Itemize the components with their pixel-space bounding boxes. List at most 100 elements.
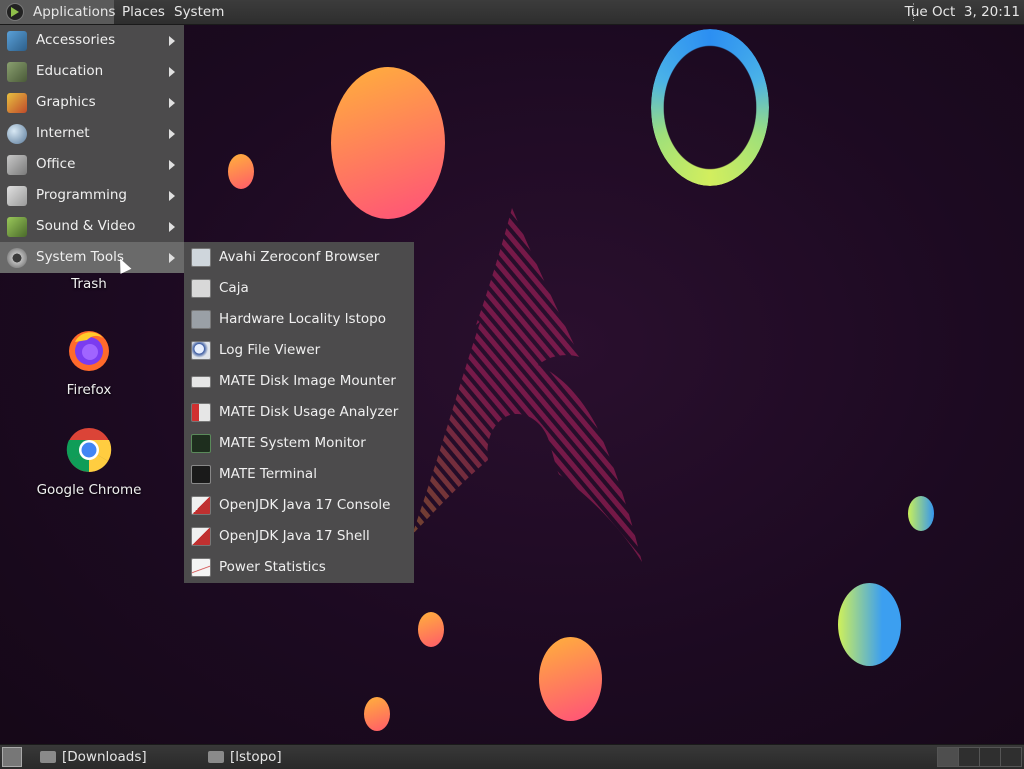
submenu-item-power-statistics[interactable]: Power Statistics <box>184 552 414 583</box>
menu-item-label: Internet <box>36 125 90 141</box>
chevron-right-icon <box>169 191 175 201</box>
java-shell-icon <box>191 527 211 546</box>
submenu-item-mate-disk-usage-analyzer[interactable]: MATE Disk Usage Analyzer <box>184 397 414 428</box>
chrome-icon <box>66 428 112 472</box>
chevron-right-icon <box>169 160 175 170</box>
taskbar-item-label: [Downloads] <box>62 749 147 765</box>
menu-item-office[interactable]: Office <box>0 149 184 180</box>
menu-item-label: Sound & Video <box>36 218 136 234</box>
programming-icon <box>7 186 27 206</box>
submenu-item-mate-terminal[interactable]: MATE Terminal <box>184 459 414 490</box>
menu-item-sound-video[interactable]: Sound & Video <box>0 211 184 242</box>
chevron-right-icon <box>169 98 175 108</box>
menu-item-label: Accessories <box>36 32 116 48</box>
menu-item-internet[interactable]: Internet <box>0 118 184 149</box>
submenu-item-label: Power Statistics <box>219 559 326 575</box>
system-menu-button[interactable]: System <box>174 0 224 24</box>
submenu-item-label: OpenJDK Java 17 Shell <box>219 528 370 544</box>
chevron-right-icon <box>169 129 175 139</box>
firefox-icon <box>69 331 109 371</box>
taskbar-item-lstopo[interactable]: [lstopo] <box>208 745 368 769</box>
menu-item-label: System Tools <box>36 249 124 265</box>
desktop-icon-firefox[interactable]: Firefox <box>34 326 144 398</box>
submenu-item-label: Caja <box>219 280 249 296</box>
hardware-icon <box>191 310 211 329</box>
menu-item-label: Education <box>36 63 104 79</box>
submenu-item-mate-system-monitor[interactable]: MATE System Monitor <box>184 428 414 459</box>
menu-item-label: Programming <box>36 187 127 203</box>
desktop-icon-trash[interactable]: Trash <box>34 276 144 292</box>
submenu-item-log-file-viewer[interactable]: Log File Viewer <box>184 335 414 366</box>
submenu-item-openjdk-java-17-console[interactable]: OpenJDK Java 17 Console <box>184 490 414 521</box>
menu-item-system-tools[interactable]: System Tools <box>0 242 184 273</box>
window-icon <box>208 751 224 763</box>
chevron-right-icon <box>169 36 175 46</box>
desktop-icon-label: Firefox <box>66 382 112 398</box>
workspace-4[interactable] <box>1000 747 1022 767</box>
avahi-icon <box>191 248 211 267</box>
chevron-right-icon <box>169 253 175 263</box>
orange-orb-tiny <box>364 697 390 731</box>
sound-video-icon <box>7 217 27 237</box>
submenu-item-label: MATE Disk Usage Analyzer <box>219 404 399 420</box>
menu-item-label: Graphics <box>36 94 96 110</box>
submenu-item-label: Log File Viewer <box>219 342 321 358</box>
desktop-icon-label: Google Chrome <box>36 482 142 498</box>
submenu-item-label: Hardware Locality lstopo <box>219 311 386 327</box>
gradient-ring <box>651 29 769 186</box>
workspace-switcher[interactable] <box>937 747 1022 767</box>
top-panel: Applications Places System Tue Oct 3, 20… <box>0 0 1024 25</box>
submenu-item-mate-disk-image-mounter[interactable]: MATE Disk Image Mounter <box>184 366 414 397</box>
submenu-item-openjdk-java-17-shell[interactable]: OpenJDK Java 17 Shell <box>184 521 414 552</box>
internet-icon <box>7 124 27 144</box>
menu-item-label: Office <box>36 156 76 172</box>
menu-item-programming[interactable]: Programming <box>0 180 184 211</box>
applications-label: Applications <box>33 4 116 20</box>
menu-item-graphics[interactable]: Graphics <box>0 87 184 118</box>
submenu-item-label: Avahi Zeroconf Browser <box>219 249 380 265</box>
system-tools-submenu: Avahi Zeroconf Browser Caja Hardware Loc… <box>184 242 414 583</box>
terminal-icon <box>191 465 211 484</box>
submenu-item-label: OpenJDK Java 17 Console <box>219 497 391 513</box>
education-icon <box>7 62 27 82</box>
file-manager-icon <box>191 279 211 298</box>
places-menu-button[interactable]: Places <box>122 0 165 24</box>
system-monitor-icon <box>191 434 211 453</box>
mate-logo-icon <box>6 3 24 21</box>
desktop-icon-google-chrome[interactable]: Google Chrome <box>34 426 144 498</box>
arch-logo-icon <box>412 208 642 562</box>
applications-menu-button[interactable]: Applications <box>0 0 116 24</box>
chevron-right-icon <box>169 67 175 77</box>
java-console-icon <box>191 496 211 515</box>
disk-mounter-icon <box>191 376 211 388</box>
submenu-item-avahi-zeroconf-browser[interactable]: Avahi Zeroconf Browser <box>184 242 414 273</box>
blue-orb-small <box>908 496 934 531</box>
submenu-item-hardware-locality-lstopo[interactable]: Hardware Locality lstopo <box>184 304 414 335</box>
chevron-right-icon <box>169 222 175 232</box>
orange-orb-small <box>228 154 254 189</box>
folder-icon <box>40 751 56 763</box>
menu-item-accessories[interactable]: Accessories <box>0 25 184 56</box>
orange-orb-large <box>331 67 445 219</box>
submenu-item-caja[interactable]: Caja <box>184 273 414 304</box>
office-icon <box>7 155 27 175</box>
applications-menu: Accessories Education Graphics Internet … <box>0 25 184 273</box>
workspace-3[interactable] <box>979 747 1001 767</box>
log-viewer-icon <box>191 341 211 360</box>
power-statistics-icon <box>191 558 211 577</box>
orange-orb-bottom <box>539 637 602 721</box>
menu-item-education[interactable]: Education <box>0 56 184 87</box>
bottom-panel: [Downloads] [lstopo] <box>0 744 1024 769</box>
taskbar-item-downloads[interactable]: [Downloads] <box>40 745 200 769</box>
submenu-item-label: MATE Disk Image Mounter <box>219 373 396 389</box>
disk-usage-icon <box>191 403 211 422</box>
accessories-icon <box>7 31 27 51</box>
clock[interactable]: Tue Oct 3, 20:11 <box>905 0 1020 24</box>
submenu-item-label: MATE System Monitor <box>219 435 366 451</box>
blue-orb-large <box>838 583 901 666</box>
taskbar-item-label: [lstopo] <box>230 749 282 765</box>
workspace-1[interactable] <box>937 747 959 767</box>
show-desktop-button[interactable] <box>2 747 22 767</box>
desktop-icon-label: Trash <box>71 276 107 292</box>
workspace-2[interactable] <box>958 747 980 767</box>
